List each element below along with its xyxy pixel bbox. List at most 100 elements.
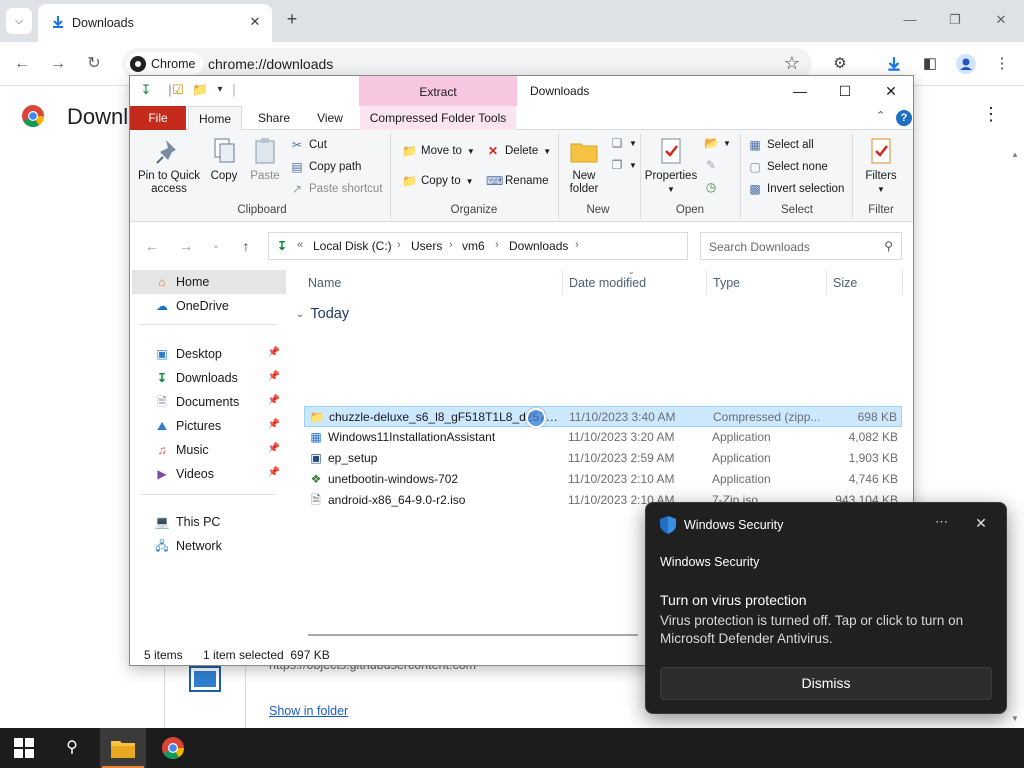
app-window-icon: ▣	[310, 451, 322, 465]
paste-shortcut-button[interactable]: ↗ Paste shortcut	[290, 182, 383, 196]
explorer-close-button[interactable]: ✕	[868, 78, 914, 104]
downloads-toolbar-icon[interactable]	[882, 52, 906, 76]
forward-button[interactable]: →	[46, 52, 70, 76]
new-tab-button[interactable]: +	[282, 10, 302, 30]
file-row[interactable]: ❖ unetbootin-windows-702 11/10/2023 2:10…	[304, 469, 902, 490]
nav-videos[interactable]: ▶ Videos 📌	[132, 462, 286, 486]
nav-documents[interactable]: 🗎 Documents 📌	[132, 390, 286, 414]
properties-label: Properties	[644, 170, 698, 182]
folder-icon[interactable]: 📁	[192, 82, 208, 98]
file-row[interactable]: ▣ ep_setup 11/10/2023 2:59 AM Applicatio…	[304, 448, 902, 469]
download-arrow-icon[interactable]: ↧	[138, 82, 154, 98]
chrome-menu-icon[interactable]: ⋮	[990, 52, 1014, 76]
ribbon-tabs: File Home Share View Compressed Folder T…	[130, 106, 913, 131]
forward-nav-icon[interactable]: →	[176, 236, 196, 256]
open-button[interactable]: 📂 ▼	[704, 136, 731, 150]
crumb-users[interactable]: Users	[411, 239, 442, 253]
search-downloads-input[interactable]: Search Downloads ⚲	[700, 232, 902, 260]
bookmark-star-icon[interactable]: ☆	[784, 53, 800, 74]
history-button[interactable]: ◷	[704, 180, 718, 194]
edit-button[interactable]: ✎	[704, 158, 718, 172]
crumb-downloads[interactable]: Downloads	[509, 239, 568, 253]
url-text[interactable]: chrome://downloads	[208, 56, 333, 72]
cut-button[interactable]: ✂ Cut	[290, 138, 327, 152]
pin-to-quick-access-button[interactable]: Pin to Quick access	[136, 136, 202, 196]
close-window-button[interactable]: ✕	[987, 8, 1015, 32]
taskbar-search-icon[interactable]: ⚲	[60, 736, 84, 760]
help-icon[interactable]: ?	[896, 110, 912, 126]
column-size[interactable]: Size	[833, 276, 857, 290]
back-nav-icon[interactable]: ←	[142, 236, 162, 256]
crumb-local-disk[interactable]: Local Disk (C:)	[313, 239, 392, 253]
select-none-button[interactable]: ▢ Select none	[748, 160, 827, 174]
select-all-button[interactable]: ▦ Select all	[748, 138, 813, 152]
column-name[interactable]: Name	[308, 276, 341, 290]
open-group-label: Open	[675, 204, 705, 216]
move-to-button[interactable]: 📁 Move to ▼	[402, 144, 475, 158]
new-item-button[interactable]: ❏ ▼	[610, 136, 637, 150]
windows-security-notification[interactable]: Windows Security ⋯ ✕ Windows Security Tu…	[645, 502, 1007, 714]
minimize-button[interactable]: —	[896, 8, 924, 32]
file-row[interactable]: 📁 chuzzle-deluxe_s6_l8_gF518T1L8_d257804…	[304, 406, 902, 427]
toast-close-icon[interactable]: ✕	[972, 515, 990, 532]
properties-button[interactable]: Properties ▼	[644, 136, 698, 196]
properties-check-icon[interactable]: ☑	[170, 82, 186, 98]
easy-access-button[interactable]: ❐ ▼	[610, 158, 637, 172]
nav-downloads[interactable]: ↧ Downloads 📌	[132, 366, 286, 390]
nav-desktop[interactable]: ▣ Desktop 📌	[132, 342, 286, 366]
page-scrollbar[interactable]: ▲ ▼	[1008, 146, 1024, 728]
tab-compressed-folder-tools[interactable]: Compressed Folder Tools	[360, 106, 516, 130]
reload-button[interactable]: ↻	[82, 52, 106, 76]
nav-home[interactable]: ⌂ Home	[132, 270, 286, 294]
side-panel-icon[interactable]: ◧	[918, 52, 942, 76]
taskbar-file-explorer[interactable]	[100, 728, 146, 768]
filters-button[interactable]: Filters ▼	[856, 136, 906, 196]
tab-file[interactable]: File	[130, 106, 186, 130]
site-chip[interactable]: Chrome	[126, 52, 204, 76]
start-button[interactable]	[14, 738, 34, 758]
column-type[interactable]: Type	[713, 276, 740, 290]
group-today[interactable]: ⌄ Today	[296, 306, 349, 322]
tab-close-icon[interactable]: ✕	[246, 13, 264, 31]
new-folder-button[interactable]: New folder	[562, 136, 606, 196]
chrome-tab-downloads[interactable]: Downloads ✕	[38, 4, 272, 42]
nav-network[interactable]: 🖧 Network	[132, 534, 286, 558]
copy-path-button[interactable]: ▤ Copy path	[290, 160, 361, 174]
more-options-icon[interactable]: ⋯	[932, 514, 952, 530]
explorer-maximize-button[interactable]: ☐	[822, 78, 868, 104]
crumb-vm6[interactable]: vm6	[462, 239, 485, 253]
collapse-ribbon-icon[interactable]: ⌃	[876, 109, 885, 122]
nav-onedrive[interactable]: ☁ OneDrive	[132, 294, 286, 318]
paste-button[interactable]: Paste	[246, 136, 284, 183]
tab-share[interactable]: Share	[248, 106, 300, 130]
extensions-icon[interactable]: ⚙	[828, 52, 852, 76]
restore-button[interactable]: ❐	[941, 8, 969, 32]
invert-selection-button[interactable]: ▩ Invert selection	[748, 182, 844, 196]
tab-search-button[interactable]: ⌵	[6, 8, 32, 34]
show-in-folder-link[interactable]: Show in folder	[269, 704, 348, 718]
page-menu-icon[interactable]: ⋮	[982, 104, 1000, 125]
nav-music[interactable]: ♫ Music 📌	[132, 438, 286, 462]
explorer-minimize-button[interactable]: —	[777, 78, 823, 104]
up-one-level-icon[interactable]: ↑	[236, 236, 256, 256]
file-row[interactable]: ▦ Windows11InstallationAssistant 11/10/2…	[304, 427, 902, 448]
site-chip-label: Chrome	[151, 57, 196, 71]
dismiss-button[interactable]: Dismiss	[660, 667, 992, 700]
nav-pictures[interactable]: ⛰ Pictures 📌	[132, 414, 286, 438]
delete-button[interactable]: ✕ Delete ▼	[486, 144, 551, 158]
recent-locations-icon[interactable]: ⌄	[206, 236, 226, 256]
horizontal-scrollbar[interactable]	[308, 634, 638, 636]
file-type-icon	[189, 666, 221, 692]
collapse-chevron-icon: ⌄	[296, 308, 305, 320]
copy-button[interactable]: Copy	[206, 136, 242, 183]
tab-view[interactable]: View	[304, 106, 356, 130]
column-date-modified[interactable]: Date modified	[569, 276, 646, 290]
taskbar-chrome[interactable]	[150, 728, 196, 768]
address-bar[interactable]: ↧ « Local Disk (C:) › Users › vm6 › Down…	[268, 232, 816, 260]
profile-avatar[interactable]	[954, 52, 978, 76]
copy-to-button[interactable]: 📁 Copy to ▼	[402, 174, 474, 188]
tab-home[interactable]: Home	[188, 106, 242, 131]
nav-this-pc[interactable]: 💻 This PC	[132, 510, 286, 534]
rename-button[interactable]: ⌨ Rename	[486, 174, 548, 188]
back-button[interactable]: ←	[10, 52, 34, 76]
